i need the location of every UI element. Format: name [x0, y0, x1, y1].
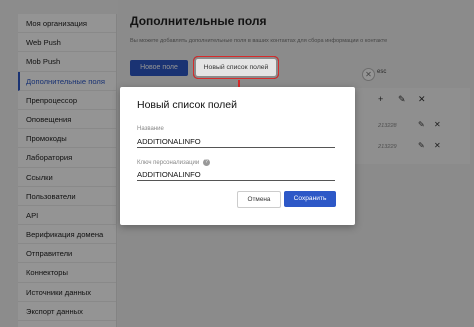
new-list-button-highlighted[interactable]: Новый список полей	[193, 56, 279, 79]
key-input[interactable]	[137, 168, 335, 181]
name-label: Название	[137, 126, 164, 132]
modal-title: Новый список полей	[137, 99, 237, 111]
key-label: Ключ персонализации	[137, 160, 200, 167]
new-list-modal: Новый список полей Название Ключ персона…	[120, 87, 355, 225]
key-label-row: Ключ персонализации ?	[137, 159, 210, 166]
name-input[interactable]	[137, 135, 335, 148]
cancel-button[interactable]: Отмена	[237, 191, 281, 208]
help-icon[interactable]: ?	[202, 159, 210, 166]
save-button[interactable]: Сохранить	[284, 191, 336, 207]
